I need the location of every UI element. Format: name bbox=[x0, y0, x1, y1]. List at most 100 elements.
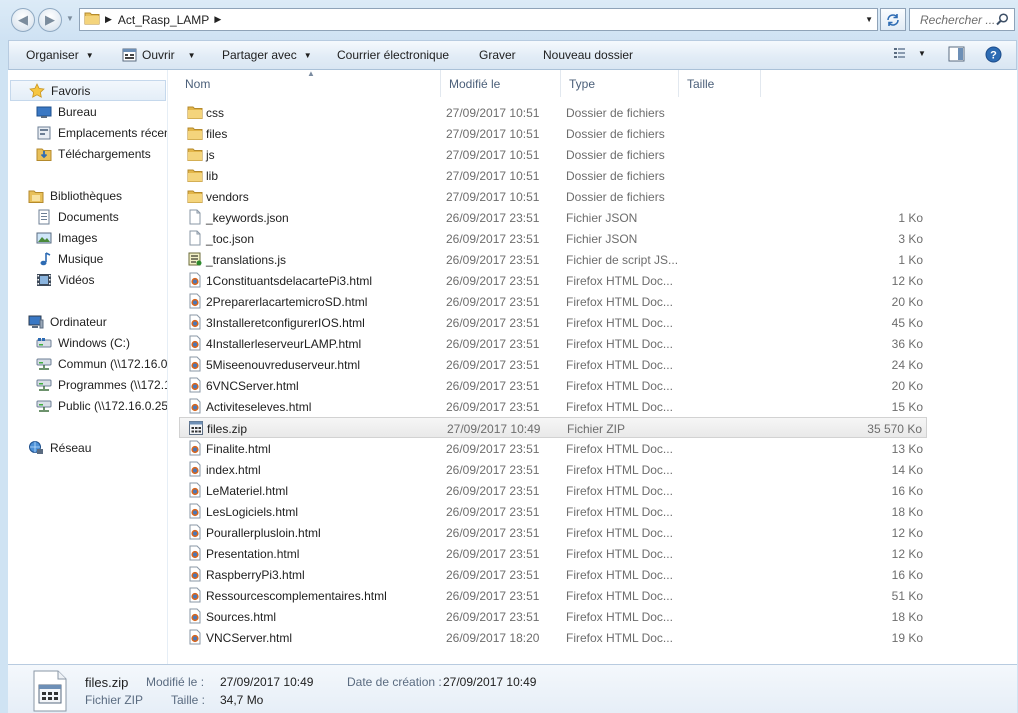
nav-item-documents[interactable]: Documents bbox=[36, 206, 119, 227]
organize-button[interactable]: Organiser ▼ bbox=[26, 48, 94, 62]
file-row[interactable]: Sources.html 26/09/2017 23:51 Firefox HTML… bbox=[179, 606, 927, 627]
breadcrumb-item[interactable]: Act_Rasp_LAMP bbox=[118, 13, 209, 27]
nav-item-favorites[interactable]: Favoris bbox=[10, 80, 166, 101]
file-row[interactable]: _keywords.json 26/09/2017 23:51 Fichier JS… bbox=[179, 207, 927, 228]
file-row[interactable]: VNCServer.html 26/09/2017 18:20 Firefox HT… bbox=[179, 627, 927, 648]
nav-item-drive-c[interactable]: Windows (C:) bbox=[36, 332, 130, 353]
new-folder-button[interactable]: Nouveau dossier bbox=[543, 48, 633, 62]
refresh-button[interactable] bbox=[880, 8, 906, 31]
search-input[interactable] bbox=[920, 12, 998, 27]
recent-pages-dropdown-icon[interactable]: ▼ bbox=[66, 14, 74, 23]
column-header-modified[interactable]: Modifié le bbox=[441, 70, 561, 97]
file-size: 20 Ko bbox=[891, 295, 923, 309]
file-name: lib bbox=[206, 169, 219, 183]
file-row[interactable]: 5Miseenouvreduserveur.html 26/09/2017 23:… bbox=[179, 354, 927, 375]
file-modified-date: 26/09/2017 23:51 bbox=[446, 484, 540, 498]
file-row[interactable]: Finalite.html 26/09/2017 23:51 Firefox HTM… bbox=[179, 438, 927, 459]
file-row[interactable]: LeMateriel.html 26/09/2017 23:51 Firefox H… bbox=[179, 480, 927, 501]
nav-label: Bureau bbox=[58, 104, 97, 119]
file-row[interactable]: 1ConstituantsdelacartePi3.html 26/09/2017… bbox=[179, 270, 927, 291]
nav-item-network-drive-public[interactable]: Public (\\172.16.0.25) bbox=[36, 395, 167, 416]
file-row[interactable]: _toc.json 26/09/2017 23:51 Fichier JSON 3 K… bbox=[179, 228, 927, 249]
back-arrow-icon: ◀ bbox=[18, 12, 28, 27]
file-modified-date: 26/09/2017 23:51 bbox=[446, 400, 540, 414]
nav-item-desktop[interactable]: Bureau bbox=[36, 101, 97, 122]
file-row[interactable]: Pourallerplusloin.html 26/09/2017 23:51 Fi… bbox=[179, 522, 927, 543]
images-icon bbox=[36, 230, 52, 246]
file-size: 19 Ko bbox=[891, 631, 923, 645]
share-with-label: Partager avec bbox=[222, 48, 297, 62]
video-film-icon bbox=[36, 272, 52, 288]
file-name: _translations.js bbox=[206, 253, 287, 267]
nav-item-network-drive-commun[interactable]: Commun (\\172.16.0.25) bbox=[36, 353, 167, 374]
nav-item-computer[interactable]: Ordinateur bbox=[28, 311, 107, 332]
search-icon[interactable] bbox=[996, 13, 1009, 26]
file-type: Firefox HTML Doc... bbox=[566, 631, 673, 645]
file-row[interactable]: _translations.js 26/09/2017 23:51 Fichier … bbox=[179, 249, 927, 270]
column-header-type[interactable]: Type bbox=[561, 70, 679, 97]
file-row[interactable]: files.zip 27/09/2017 10:49 Fichier ZIP 35 5… bbox=[179, 417, 927, 438]
computer-icon bbox=[28, 314, 44, 330]
file-row[interactable]: 2PreparerlacartemicroSD.html 26/09/2017 2… bbox=[179, 291, 927, 312]
view-options-dropdown-icon[interactable]: ▼ bbox=[918, 49, 926, 58]
column-header-size[interactable]: Taille bbox=[679, 70, 761, 97]
file-size: 16 Ko bbox=[891, 484, 923, 498]
nav-label: Public (\\172.16.0.25) bbox=[58, 398, 167, 413]
file-row[interactable]: 3InstalleretconfigurerIOS.html 26/09/2017… bbox=[179, 312, 927, 333]
file-modified-date: 27/09/2017 10:51 bbox=[446, 127, 540, 141]
file-name: Sources.html bbox=[206, 610, 277, 624]
forward-arrow-icon: ▶ bbox=[45, 12, 55, 27]
nav-item-network-drive-programmes[interactable]: Programmes (\\172.16.0.25) bbox=[36, 374, 167, 395]
network-globe-icon bbox=[28, 440, 44, 456]
nav-item-libraries[interactable]: Bibliothèques bbox=[28, 185, 122, 206]
forward-button[interactable]: ▶ bbox=[38, 8, 62, 32]
file-row[interactable]: css 27/09/2017 10:51 Dossier de fichiers bbox=[179, 102, 927, 123]
email-button[interactable]: Courrier électronique bbox=[337, 48, 449, 62]
file-row[interactable]: Ressourcescomplementaires.html 26/09/2017… bbox=[179, 585, 927, 606]
nav-item-videos[interactable]: Vidéos bbox=[36, 269, 94, 290]
file-row[interactable]: lib 27/09/2017 10:51 Dossier de fichiers bbox=[179, 165, 927, 186]
breadcrumb-separator-icon[interactable]: ▶ bbox=[214, 14, 221, 25]
file-name: files.zip bbox=[207, 422, 248, 436]
file-row[interactable]: Activiteseleves.html 26/09/2017 23:51 Fire… bbox=[179, 396, 927, 417]
nav-item-images[interactable]: Images bbox=[36, 227, 97, 248]
recent-places-icon bbox=[36, 125, 52, 141]
file-row[interactable]: Presentation.html 26/09/2017 23:51 Firefox… bbox=[179, 543, 927, 564]
file-row[interactable]: index.html 26/09/2017 23:51 Firefox HTML D… bbox=[179, 459, 927, 480]
address-bar[interactable]: ▶ Act_Rasp_LAMP ▶ ▼ bbox=[79, 8, 878, 31]
burn-button[interactable]: Graver bbox=[479, 48, 516, 62]
file-row[interactable]: RaspberryPi3.html 26/09/2017 23:51 Firefox… bbox=[179, 564, 927, 585]
breadcrumb-separator-icon[interactable]: ▶ bbox=[105, 14, 112, 25]
file-name: LesLogiciels.html bbox=[206, 505, 299, 519]
help-button[interactable]: ? bbox=[985, 46, 1002, 63]
file-row[interactable]: files 27/09/2017 10:51 Dossier de fichiers bbox=[179, 123, 927, 144]
file-size: 12 Ko bbox=[891, 526, 923, 540]
folder-icon bbox=[187, 125, 203, 141]
file-name: 6VNCServer.html bbox=[206, 379, 299, 393]
share-with-button[interactable]: Partager avec ▼ bbox=[222, 48, 312, 62]
file-size: 3 Ko bbox=[898, 232, 923, 246]
sort-ascending-icon: ▲ bbox=[307, 70, 315, 78]
nav-label: Bibliothèques bbox=[50, 188, 123, 203]
file-row[interactable]: js 27/09/2017 10:51 Dossier de fichiers bbox=[179, 144, 927, 165]
file-row[interactable]: LesLogiciels.html 26/09/2017 23:51 Firefox… bbox=[179, 501, 927, 522]
nav-item-downloads[interactable]: Téléchargements bbox=[36, 143, 151, 164]
file-row[interactable]: 6VNCServer.html 26/09/2017 23:51 Firefox H… bbox=[179, 375, 927, 396]
search-box[interactable] bbox=[909, 8, 1015, 31]
file-row[interactable]: 4InstallerleserveurLAMP.html 26/09/2017 2… bbox=[179, 333, 927, 354]
file-type: Fichier de script JS... bbox=[566, 253, 678, 267]
open-button[interactable]: Ouvrir ▼ bbox=[122, 48, 196, 62]
address-dropdown-icon[interactable]: ▼ bbox=[865, 15, 873, 24]
file-type: Firefox HTML Doc... bbox=[566, 610, 673, 624]
preview-pane-button[interactable] bbox=[948, 46, 965, 62]
nav-item-network[interactable]: Réseau bbox=[28, 437, 91, 458]
back-button[interactable]: ◀ bbox=[11, 8, 35, 32]
nav-item-music[interactable]: Musique bbox=[36, 248, 103, 269]
nav-item-recent-places[interactable]: Emplacements récents bbox=[36, 122, 167, 143]
html-file-icon bbox=[187, 503, 203, 519]
file-row[interactable]: vendors 27/09/2017 10:51 Dossier de fichie… bbox=[179, 186, 927, 207]
file-size: 35 570 Ko bbox=[867, 422, 922, 436]
change-view-button[interactable] bbox=[893, 46, 909, 60]
details-modified-value: 27/09/2017 10:49 bbox=[220, 675, 314, 689]
folder-icon bbox=[84, 11, 100, 28]
